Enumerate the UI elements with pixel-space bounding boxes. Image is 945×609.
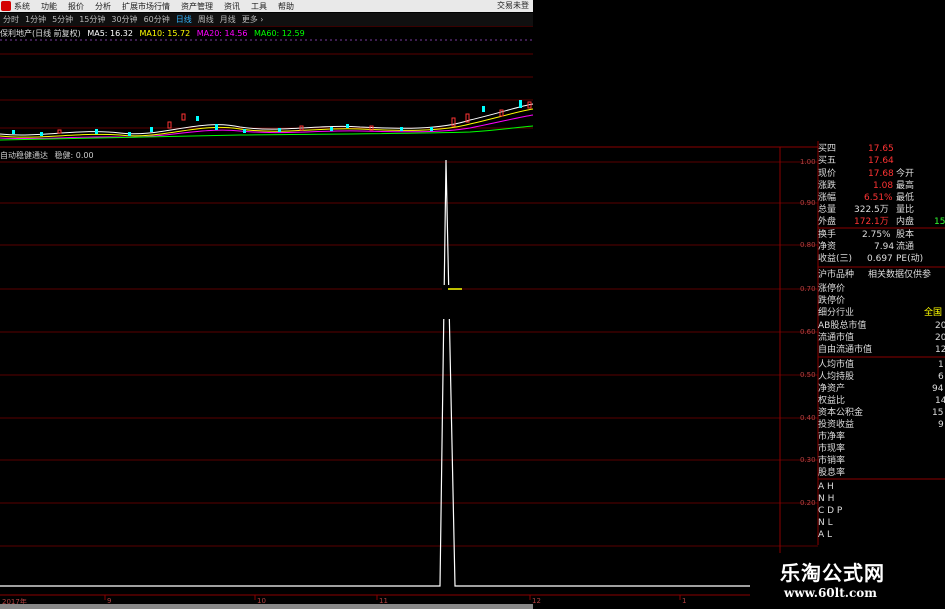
indicator-legend: 自动稳健通达 稳健: 0.00 bbox=[0, 150, 98, 161]
quote-row-al: A L bbox=[818, 530, 833, 540]
quote-row-nav: 净资 7.94 流通 bbox=[818, 242, 915, 252]
quote-row-free-cap: 自由流通市值 12 bbox=[818, 345, 945, 355]
quote-panel: 买四 17.65 买五 17.64 现价 17.68 今开 涨跌 1.08 最高… bbox=[818, 141, 945, 541]
x-tick-label: 12 bbox=[532, 597, 541, 605]
quote-row-dividend: 股息率 bbox=[818, 468, 846, 478]
quote-row-buy5: 买五 17.64 bbox=[818, 156, 894, 166]
quote-row-limit-up: 涨停价 bbox=[818, 284, 846, 294]
watermark-url: www.60lt.com bbox=[784, 586, 877, 600]
quote-row-capital-reserve: 资本公积金 15 bbox=[818, 408, 944, 418]
quote-row-industry: 细分行业 全国 bbox=[818, 308, 943, 318]
y-tick-label: 0.40 bbox=[800, 414, 816, 422]
y-tick-label: 0.80 bbox=[800, 241, 816, 249]
quote-row-volume: 总量 322.5万 量比 bbox=[818, 205, 915, 215]
quote-row-cdp: C D P bbox=[818, 506, 843, 516]
quote-row-turnover: 换手 2.75% 股本 bbox=[818, 230, 915, 240]
quote-row-ps: 市销率 bbox=[818, 456, 846, 466]
quote-row-ah: A H bbox=[818, 482, 834, 492]
y-tick-label: 1.00 bbox=[800, 158, 816, 166]
indicator-spike-line bbox=[0, 159, 752, 587]
quote-row-outer: 外盘 172.1万 内盘 15 bbox=[818, 217, 945, 227]
y-tick-label: 0.50 bbox=[800, 371, 816, 379]
watermark-title: 乐淘公式网 bbox=[780, 561, 885, 585]
quote-row-limit-down: 跌停价 bbox=[818, 296, 846, 306]
quote-row-equity-ratio: 权益比 14 bbox=[818, 396, 945, 406]
quote-row-nh: N H bbox=[818, 494, 835, 504]
y-tick-label: 0.60 bbox=[800, 328, 816, 336]
x-axis-ticks bbox=[104, 595, 681, 600]
quote-row-eps: 收益(三) 0.697 PE(动) bbox=[818, 254, 924, 264]
indicator-value: 稳健: 0.00 bbox=[54, 151, 94, 160]
quote-row-pcf: 市现率 bbox=[818, 444, 846, 454]
quote-row-change: 涨跌 1.08 最高 bbox=[818, 181, 915, 191]
quote-row-nl: N L bbox=[818, 518, 833, 528]
quote-row-float-cap: 流通市值 20 bbox=[818, 333, 945, 343]
quote-row-category: 沪市品种 相关数据仅供参 bbox=[818, 270, 932, 280]
chart-canvas[interactable] bbox=[0, 0, 945, 609]
quote-row-pct: 涨幅 6.51% 最低 bbox=[818, 193, 915, 203]
quote-row-pb: 市净率 bbox=[818, 432, 846, 442]
kline-grid bbox=[0, 53, 533, 101]
bottom-status-bar bbox=[0, 604, 533, 609]
y-tick-label: 0.90 bbox=[800, 199, 816, 207]
x-tick-label: 1 bbox=[682, 597, 687, 605]
indicator-name: 自动稳健通达 bbox=[0, 151, 48, 160]
quote-row-price: 现价 17.68 今开 bbox=[818, 169, 915, 179]
quote-row-net-assets: 净资产 94 bbox=[818, 384, 944, 394]
quote-row-ab-cap: AB股总市值 20 bbox=[818, 321, 945, 331]
quote-row-per-hold: 人均持股 6 bbox=[818, 372, 944, 382]
quote-row-buy4: 买四 17.65 bbox=[818, 144, 894, 154]
indicator-grid bbox=[0, 161, 818, 547]
site-watermark: 乐淘公式网 www.60lt.com bbox=[750, 553, 945, 609]
quote-row-per-capita: 人均市值 1 bbox=[818, 360, 944, 370]
quote-row-invest-income: 投资收益 9 bbox=[818, 420, 944, 430]
y-tick-label: 0.70 bbox=[800, 285, 816, 293]
y-tick-label: 0.20 bbox=[800, 499, 816, 507]
y-tick-label: 0.30 bbox=[800, 456, 816, 464]
indicator-gap bbox=[442, 285, 460, 319]
